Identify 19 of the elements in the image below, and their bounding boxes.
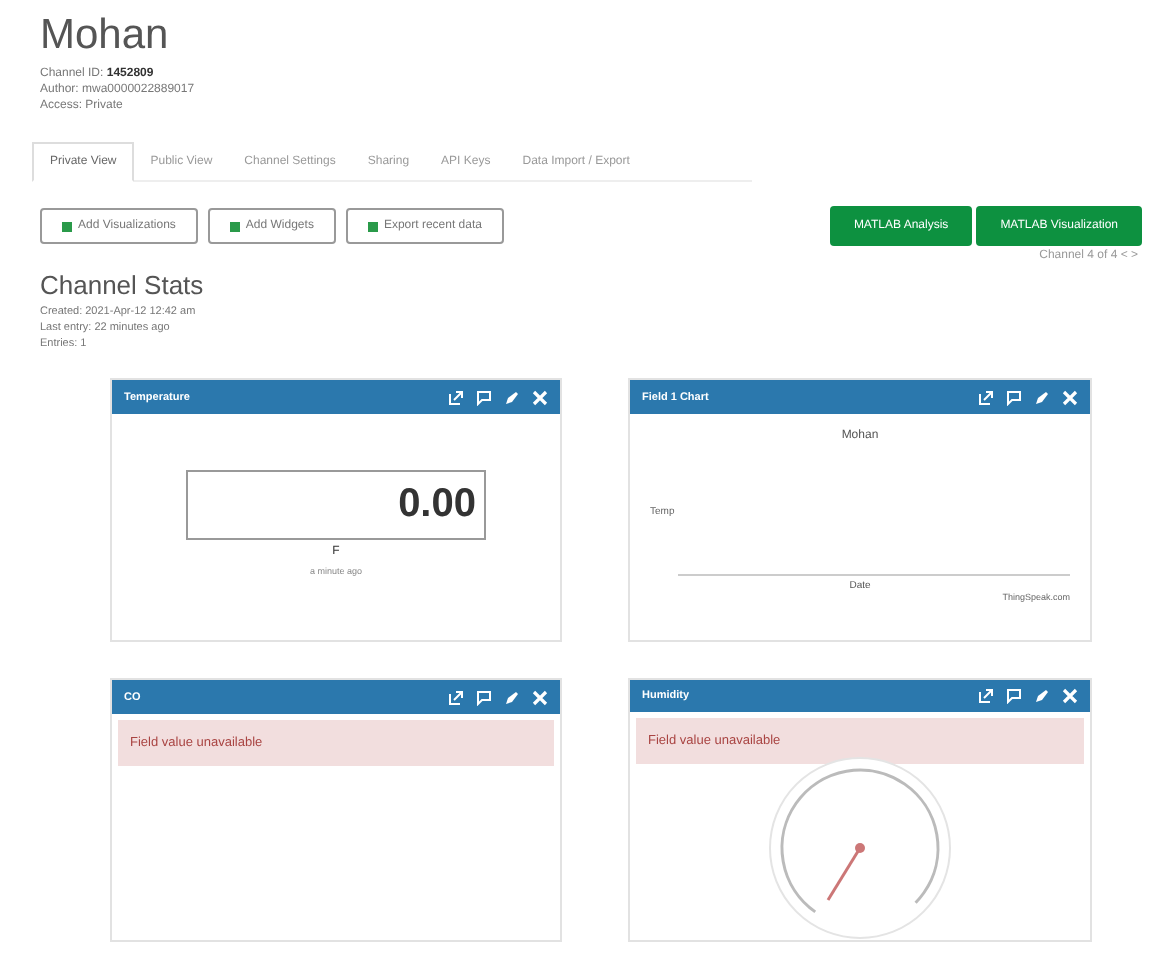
- external-link-icon[interactable]: [978, 688, 994, 704]
- close-icon[interactable]: [1062, 688, 1078, 704]
- pencil-icon[interactable]: [504, 689, 520, 705]
- comment-icon[interactable]: [1006, 389, 1022, 405]
- close-icon[interactable]: [532, 389, 548, 405]
- external-link-icon[interactable]: [448, 689, 464, 705]
- stats-title: Channel Stats: [40, 270, 204, 300]
- pencil-icon[interactable]: [1034, 389, 1050, 405]
- comment-icon[interactable]: [476, 689, 492, 705]
- external-link-icon[interactable]: [978, 389, 994, 405]
- channel-name: Mohan: [40, 12, 169, 60]
- close-icon[interactable]: [1062, 389, 1078, 405]
- pencil-icon[interactable]: [504, 389, 520, 405]
- external-link-icon[interactable]: [448, 389, 464, 405]
- numeric-display: 0.00: [186, 470, 486, 540]
- pencil-icon[interactable]: [1034, 688, 1050, 704]
- comment-icon[interactable]: [1006, 688, 1022, 704]
- close-icon[interactable]: [532, 689, 548, 705]
- comment-icon[interactable]: [476, 389, 492, 405]
